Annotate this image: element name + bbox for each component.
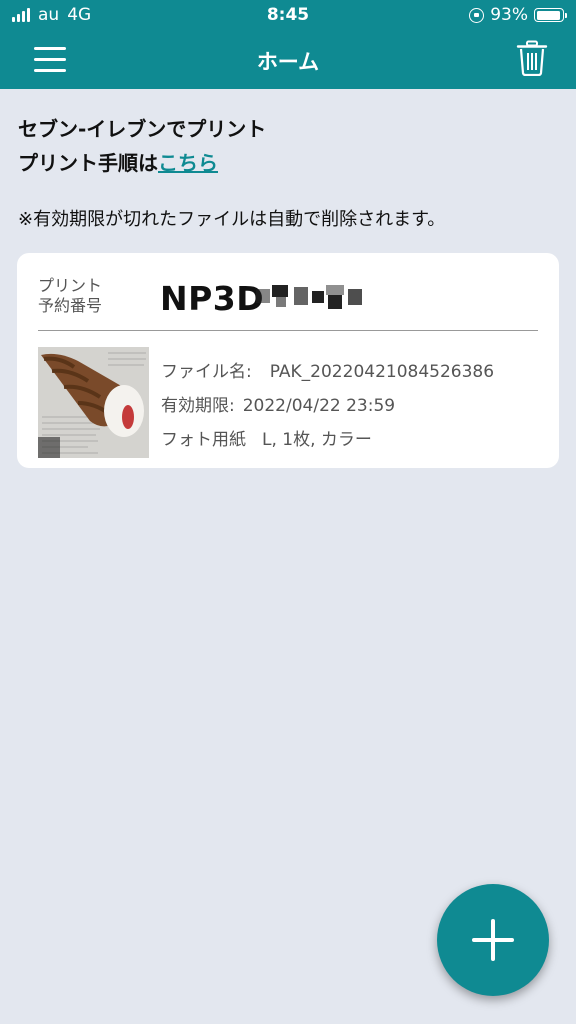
intro-text: セブン-イレブンでプリント プリント手順はこちら bbox=[18, 112, 558, 180]
file-name-label: ファイル名: bbox=[161, 362, 252, 382]
nav-bar: ホーム bbox=[0, 30, 576, 89]
trash-icon[interactable] bbox=[516, 40, 548, 77]
battery-icon bbox=[534, 8, 567, 22]
file-name-value: PAK_20220421084526386 bbox=[269, 362, 495, 382]
battery-fill bbox=[536, 10, 560, 20]
paper-row: フォト用紙 L, 1枚, カラー bbox=[161, 425, 494, 459]
print-reservation-card[interactable]: プリント 予約番号 NP3D ファイル名: PAK_20220421084526… bbox=[17, 253, 559, 468]
orientation-lock-icon bbox=[469, 7, 485, 23]
expiry-label: 有効期限: bbox=[161, 396, 235, 416]
paper-label: フォト用紙 bbox=[161, 430, 246, 450]
photo-thumbnail[interactable] bbox=[38, 347, 149, 458]
reservation-number: NP3D bbox=[160, 279, 265, 318]
paper-value: L, 1枚, カラー bbox=[262, 430, 372, 450]
status-bar: au 4G 8:45 93% bbox=[0, 0, 576, 30]
plus-icon-vertical bbox=[491, 919, 495, 961]
card-divider bbox=[38, 330, 538, 331]
expiry-notice: ※有効期限が切れたファイルは自動で削除されます。 bbox=[18, 209, 446, 230]
expiry-row: 有効期限: 2022/04/22 23:59 bbox=[161, 391, 494, 425]
expiry-value: 2022/04/22 23:59 bbox=[242, 396, 396, 416]
intro-heading: セブン-イレブンでプリント bbox=[18, 117, 267, 141]
redaction-mark bbox=[254, 283, 364, 311]
status-right: 93% bbox=[469, 5, 567, 25]
reservation-label: プリント 予約番号 bbox=[38, 276, 102, 316]
reservation-label-line2: 予約番号 bbox=[38, 296, 103, 315]
add-button[interactable] bbox=[437, 884, 549, 996]
battery-percent: 93% bbox=[490, 5, 528, 25]
page-title: ホーム bbox=[256, 50, 320, 74]
instructions-link[interactable]: こちら bbox=[158, 151, 218, 175]
print-instructions-line: プリント手順はこちら bbox=[18, 146, 558, 180]
reservation-label-line1: プリント bbox=[38, 276, 103, 295]
file-name-row: ファイル名: PAK_20220421084526386 bbox=[161, 357, 494, 391]
file-info: ファイル名: PAK_20220421084526386 有効期限: 2022/04… bbox=[161, 357, 494, 459]
instructions-prefix: プリント手順は bbox=[18, 151, 158, 175]
